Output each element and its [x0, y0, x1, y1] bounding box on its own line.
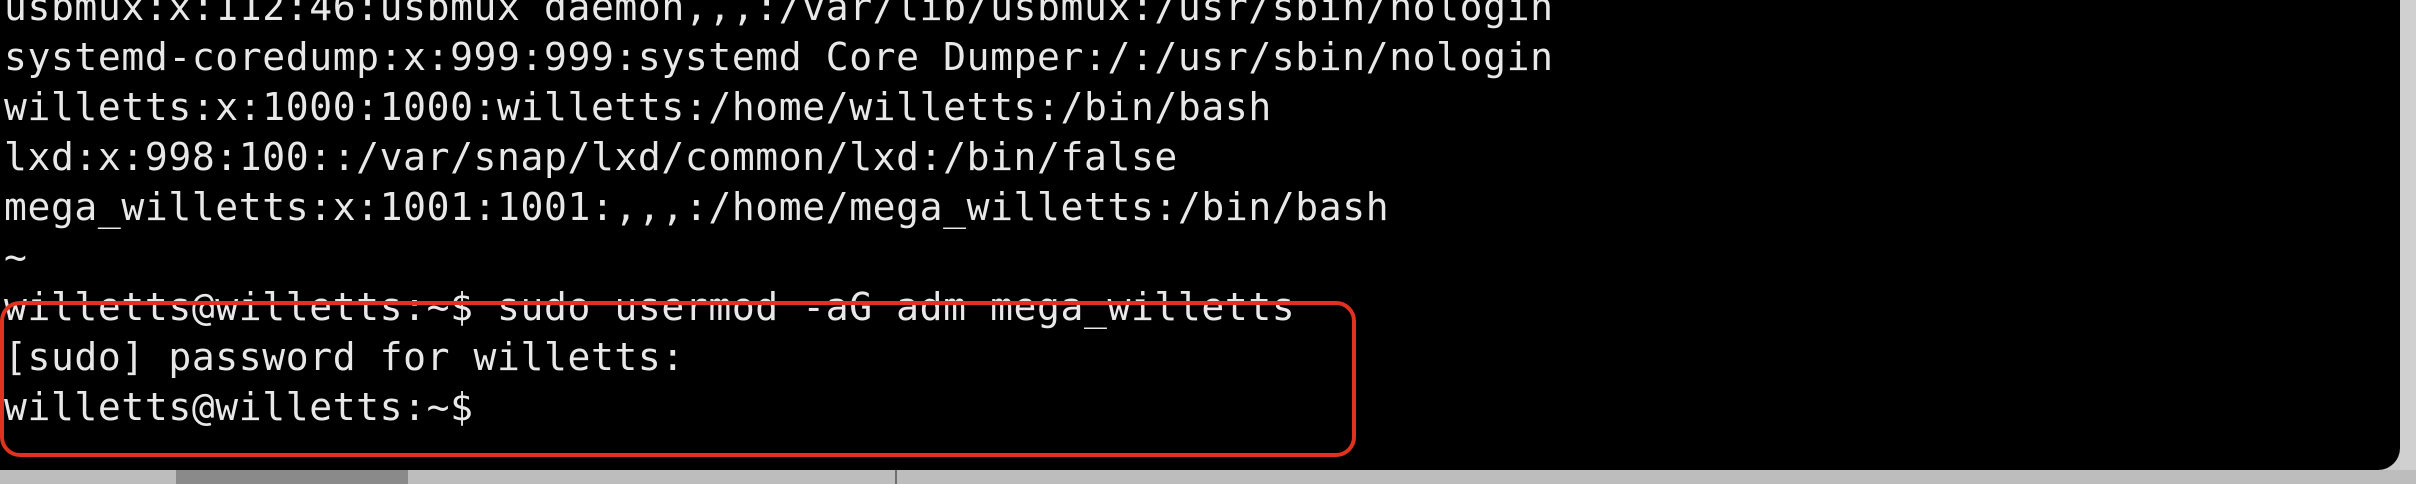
shell-prompt[interactable]: willetts@willetts:~$	[4, 382, 1554, 432]
terminal-window[interactable]: usbmux:x:112:46:usbmux daemon,,,:/var/li…	[0, 0, 2400, 470]
passwd-line-systemd-coredump: systemd-coredump:x:999:999:systemd Core …	[4, 35, 1554, 79]
command-line-usermod: willetts@willetts:~$ sudo usermod -aG ad…	[4, 285, 1296, 329]
terminal-output: usbmux:x:112:46:usbmux daemon,,,:/var/li…	[4, 0, 1554, 432]
tilde-line: ~	[4, 235, 28, 279]
passwd-line-lxd: lxd:x:998:100::/var/snap/lxd/common/lxd:…	[4, 135, 1178, 179]
passwd-line-usbmux: usbmux:x:112:46:usbmux daemon,,,:/var/li…	[4, 0, 1554, 29]
horizontal-scrollbar[interactable]	[0, 470, 2416, 484]
sudo-password-prompt: [sudo] password for willetts:	[4, 335, 685, 379]
scrollbar-thumb[interactable]	[176, 470, 408, 484]
scrollbar-divider	[895, 470, 897, 484]
passwd-line-willetts: willetts:x:1000:1000:willetts:/home/will…	[4, 85, 1272, 129]
passwd-line-mega-willetts: mega_willetts:x:1001:1001:,,,:/home/mega…	[4, 185, 1390, 229]
window-edge	[2400, 0, 2416, 484]
